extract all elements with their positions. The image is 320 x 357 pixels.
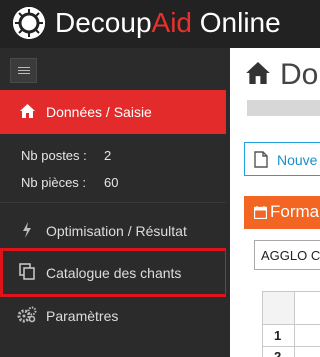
sidebar-item-optimisation[interactable]: Optimisation / Résultat	[0, 209, 226, 253]
app-title: DecoupAid Online	[55, 7, 281, 38]
new-button[interactable]: Nouve	[244, 142, 320, 176]
stat-label: Nb postes :	[21, 148, 87, 163]
stats-panel: Nb postes : 2 Nb pièces : 60	[0, 134, 226, 202]
home-icon	[246, 62, 270, 89]
app-header: DecoupAid Online	[0, 0, 320, 48]
stat-label: Nb pièces :	[21, 175, 87, 190]
format-select[interactable]: AGGLO C	[254, 240, 320, 270]
sidebar-item-parametres[interactable]: Paramètres	[0, 294, 226, 338]
breadcrumb-bar	[247, 100, 320, 116]
gears-icon	[17, 306, 37, 328]
calendar-icon	[253, 206, 268, 224]
new-button-label: Nouve	[277, 152, 318, 168]
panel-title: Forma	[270, 202, 320, 221]
menu-toggle-button[interactable]	[10, 58, 37, 83]
row-number: 2	[274, 349, 282, 357]
bolt-icon	[22, 222, 32, 243]
home-icon	[20, 104, 35, 123]
stat-value: 60	[104, 175, 119, 190]
divider	[0, 202, 226, 203]
table-header-cell	[263, 292, 294, 324]
sidebar: Données / Saisie Nb postes : 2 Nb pièces…	[0, 48, 238, 357]
highlight-box	[0, 248, 228, 297]
panel-header: Forma	[244, 196, 320, 229]
stat-value: 2	[104, 148, 112, 163]
main-content: Do Nouve Forma AGGLO C 1 2	[230, 48, 320, 357]
file-icon	[254, 151, 268, 173]
sidebar-item-label: Données / Saisie	[46, 104, 152, 120]
select-value: AGGLO C	[261, 248, 320, 263]
logo-icon	[13, 7, 45, 39]
data-table: 1 2	[262, 291, 320, 357]
page-title: Do	[280, 58, 319, 91]
sidebar-item-label: Paramètres	[46, 308, 119, 324]
sidebar-item-label: Optimisation / Résultat	[46, 223, 187, 239]
row-number: 1	[274, 328, 282, 343]
sidebar-item-donnees-saisie[interactable]: Données / Saisie	[0, 90, 238, 134]
